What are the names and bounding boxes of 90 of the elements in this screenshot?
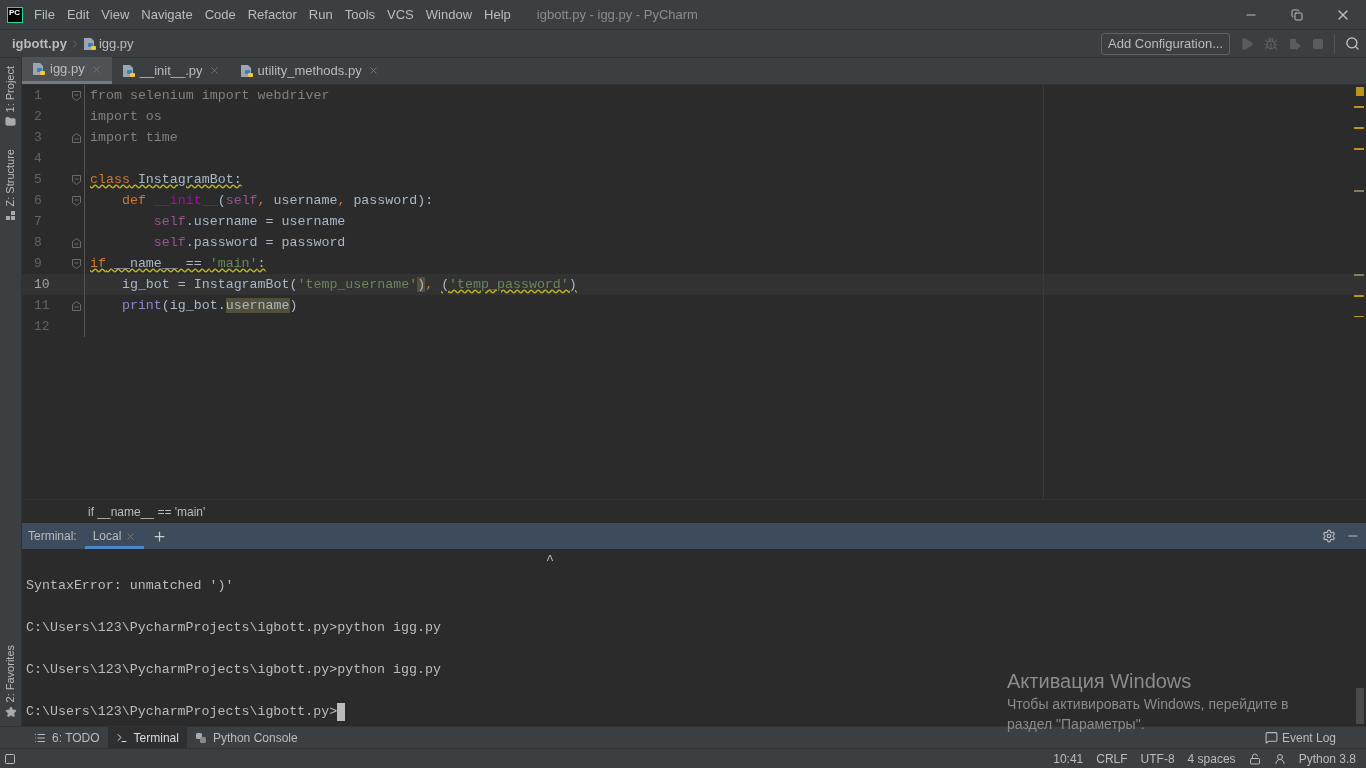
add-tab-icon[interactable]: [152, 528, 168, 544]
python-file-icon: [121, 63, 136, 78]
side-tab[interactable]: Z: Structure: [2, 149, 19, 221]
tool-window-tab[interactable]: 6: TODO: [26, 726, 108, 749]
code-line: self.username = username: [152, 212, 346, 231]
fold-icon[interactable]: [72, 90, 81, 101]
line-number: 1: [33, 86, 43, 105]
menu-item[interactable]: Help: [478, 4, 517, 25]
tool-window-tab[interactable]: Terminal: [107, 726, 187, 749]
menu-item[interactable]: VCS: [381, 4, 420, 25]
line-number: 2: [33, 107, 43, 126]
add-configuration-button[interactable]: Add Configuration...: [1101, 32, 1230, 55]
code-line: ig_bot = InstagramBot('temp_username'), ('temp_password'): [120, 275, 577, 294]
fold-icon[interactable]: [72, 174, 81, 185]
code-line: import os: [90, 107, 162, 126]
side-tab[interactable]: 1: Project: [2, 66, 19, 128]
fold-icon[interactable]: [72, 132, 81, 143]
fold-icon[interactable]: [72, 237, 81, 248]
fold-icon[interactable]: [72, 300, 81, 311]
search-icon[interactable]: [1345, 36, 1360, 51]
status-item[interactable]: UTF-8: [1140, 749, 1175, 768]
terminal-line: SyntaxError: unmatched ')': [26, 576, 234, 595]
line-number: 11: [33, 296, 51, 315]
code-line: import time: [90, 128, 178, 147]
chat-bubble-icon: [1264, 731, 1278, 744]
terminal-line: C:\Users\123\PycharmProjects\igbott.py>python igg.py: [26, 660, 441, 679]
terminal-label: Terminal:: [28, 528, 77, 545]
terminal-caret: ^: [546, 552, 554, 570]
code-line: if __name__ == 'main':: [90, 254, 266, 273]
menu-item[interactable]: File: [28, 4, 61, 25]
code-line: from selenium import webdriver: [90, 86, 330, 105]
tool-window-tab[interactable]: Python Console: [186, 726, 306, 749]
scrollbar-thumb[interactable]: [1356, 688, 1364, 724]
terminal-line: C:\Users\123\PycharmProjects\igbott.py>: [26, 702, 338, 721]
code-line: self.password = password: [152, 233, 346, 252]
window-title: igbott.py - igg.py - PyCharm: [536, 5, 698, 24]
line-number: 3: [33, 128, 43, 147]
folder-icon: [5, 116, 16, 128]
lock-icon[interactable]: [1248, 752, 1261, 765]
line-number: 9: [33, 254, 43, 273]
line-number: 5: [33, 170, 43, 189]
menu-item[interactable]: Tools: [338, 4, 382, 25]
panel-toggle-icon[interactable]: [4, 752, 16, 765]
status-item[interactable]: 4 spaces: [1187, 749, 1236, 768]
editor-tab[interactable]: __init__.py: [111, 57, 230, 84]
python-file-icon: [82, 36, 97, 51]
run-icon[interactable]: [1240, 36, 1254, 51]
terminal-line: C:\Users\123\PycharmProjects\igbott.py>python igg.py: [26, 618, 441, 637]
line-number: 6: [33, 191, 43, 210]
inspector-icon[interactable]: [1273, 752, 1286, 765]
breadcrumb-item[interactable]: igbott.py: [12, 33, 67, 54]
stop-icon[interactable]: [1312, 37, 1324, 50]
editor-breadcrumb[interactable]: if __name__ == 'main': [88, 502, 206, 521]
menu-item[interactable]: Refactor: [241, 4, 303, 25]
code-line: print(ig_bot.username): [120, 296, 298, 315]
structure-icon: [5, 210, 16, 221]
list-icon: [34, 731, 46, 744]
menu-item[interactable]: Edit: [60, 4, 96, 25]
editor-tab[interactable]: utility_methods.py: [229, 57, 389, 84]
line-number: 12: [33, 317, 51, 336]
activation-title: Активация Windows: [1007, 669, 1193, 694]
line-number: 7: [33, 212, 43, 231]
python-icon: [194, 731, 207, 744]
menu-item[interactable]: Code: [198, 4, 242, 25]
fold-icon[interactable]: [72, 258, 81, 269]
terminal-icon: [115, 731, 128, 744]
fold-icon[interactable]: [72, 195, 81, 206]
status-item[interactable]: 10:41: [1053, 749, 1084, 768]
editor-tab[interactable]: igg.py: [22, 57, 112, 84]
menu-item[interactable]: Navigate: [135, 4, 199, 25]
line-number: 4: [33, 149, 43, 168]
breadcrumb-item[interactable]: igg.py: [98, 33, 134, 54]
python-file-icon: [32, 62, 46, 76]
coverage-icon[interactable]: [1288, 36, 1302, 51]
star-icon: [4, 706, 17, 718]
debug-icon[interactable]: [1264, 36, 1278, 51]
restore-icon[interactable]: [1291, 8, 1303, 21]
menu-item[interactable]: View: [95, 4, 136, 25]
menu-item[interactable]: Window: [419, 4, 479, 25]
menu-item[interactable]: Run: [302, 4, 339, 25]
code-line: class InstagramBot:: [90, 170, 242, 189]
python-file-icon: [239, 63, 254, 78]
code-line: def __init__(self, username, password):: [120, 191, 434, 210]
app-logo: PC: [7, 6, 23, 23]
side-tab[interactable]: 2: Favorites: [2, 644, 19, 718]
line-number: 10: [33, 275, 51, 294]
line-number: 8: [33, 233, 43, 252]
status-item[interactable]: CRLF: [1096, 749, 1128, 768]
status-item[interactable]: Python 3.8: [1298, 749, 1356, 768]
settings-icon[interactable]: [1322, 529, 1336, 543]
